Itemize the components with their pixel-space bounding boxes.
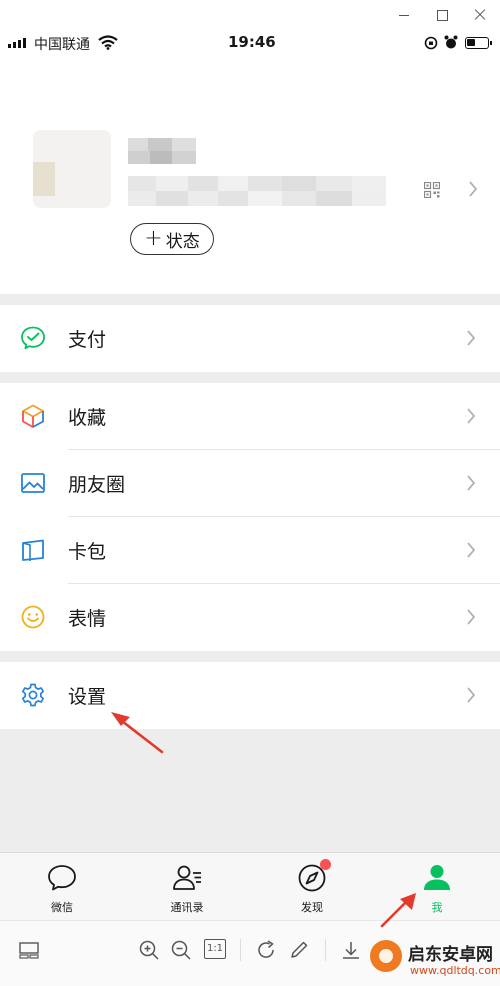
clock-time: 19:46 [228, 33, 276, 51]
tab-discover-label: 发现 [301, 901, 323, 914]
chevron-right-icon [467, 542, 476, 558]
menu-item-stickers[interactable]: 表情 [0, 584, 500, 651]
add-status-button[interactable]: + 状态 [130, 223, 214, 255]
annotation-arrow-settings [111, 712, 164, 754]
tab-chats[interactable]: 微信 [22, 861, 102, 915]
chat-bubble-icon [48, 865, 76, 891]
menu-item-settings-label: 设置 [68, 686, 107, 708]
minimize-button[interactable] [396, 6, 414, 24]
smiley-face-icon [21, 605, 45, 629]
wifi-icon [98, 35, 118, 50]
edit-pencil-icon[interactable] [288, 939, 310, 961]
contacts-icon [173, 865, 201, 890]
menu-item-pay-label: 支付 [68, 329, 107, 351]
annotation-arrow-me-tab [380, 893, 416, 928]
menu-item-favorites[interactable]: 收藏 [0, 383, 500, 450]
window-titlebar [0, 0, 500, 30]
maximize-button[interactable] [433, 6, 451, 24]
carrier-name: 中国联通 [34, 37, 90, 53]
pay-icon [21, 326, 45, 350]
chevron-right-icon [467, 609, 476, 625]
menu-item-moments-label: 朋友圈 [68, 474, 126, 496]
tab-contacts[interactable]: 通讯录 [147, 861, 227, 915]
phone-status-bar: 中国联通 19:46 [0, 30, 500, 56]
menu-item-settings[interactable]: 设置 [0, 662, 500, 729]
menu-item-favorites-label: 收藏 [68, 407, 107, 429]
menu-item-moments[interactable]: 朋友圈 [0, 450, 500, 517]
blurred-nickname [128, 138, 196, 164]
site-watermark: 启东安卓网 www.qdltdq.com [370, 938, 500, 982]
toolbar-separator [325, 939, 326, 961]
thumbnail-view-icon[interactable] [18, 939, 40, 961]
menu-item-pay[interactable]: 支付 [0, 305, 500, 372]
menu-item-stickers-label: 表情 [68, 608, 107, 630]
watermark-url: www.qdltdq.com [410, 964, 500, 977]
menu-item-cards-label: 卡包 [68, 541, 107, 563]
tab-chats-label: 微信 [51, 901, 73, 914]
chevron-right-icon [467, 408, 476, 424]
plus-icon: + [144, 226, 163, 251]
actual-size-button[interactable]: 1:1 [204, 939, 226, 959]
download-icon[interactable] [340, 939, 362, 961]
gear-icon [21, 683, 45, 707]
moments-photo-icon [21, 473, 45, 493]
zoom-out-icon[interactable] [170, 939, 192, 961]
bottom-tab-bar: 微信 通讯录 发现 我 [0, 852, 500, 920]
zoom-in-icon[interactable] [138, 939, 160, 961]
qr-code-icon[interactable] [424, 182, 440, 198]
rotate-icon[interactable] [255, 939, 277, 961]
battery-icon [465, 37, 492, 49]
close-button[interactable] [472, 6, 490, 24]
chevron-right-icon [467, 687, 476, 703]
favorites-cube-icon [22, 404, 44, 428]
chevron-right-icon [467, 475, 476, 491]
toolbar-separator [240, 939, 241, 961]
person-icon [424, 865, 450, 890]
menu-item-cards[interactable]: 卡包 [0, 517, 500, 584]
avatar[interactable] [33, 130, 111, 208]
status-button-label: 状态 [165, 231, 200, 252]
card-wallet-icon [22, 539, 44, 561]
blurred-wechat-id [128, 176, 386, 206]
chevron-right-icon [467, 330, 476, 346]
tab-discover[interactable]: 发现 [272, 859, 352, 915]
cellular-signal-icon [8, 38, 28, 48]
tab-contacts-label: 通讯录 [170, 901, 204, 914]
notification-badge [320, 859, 331, 870]
profile-header[interactable]: + 状态 [0, 56, 500, 294]
alarm-icon [444, 35, 458, 49]
rotation-lock-icon [424, 36, 438, 50]
chevron-right-icon [469, 181, 478, 197]
watermark-title: 启东安卓网 [408, 945, 493, 965]
watermark-logo [370, 940, 402, 972]
